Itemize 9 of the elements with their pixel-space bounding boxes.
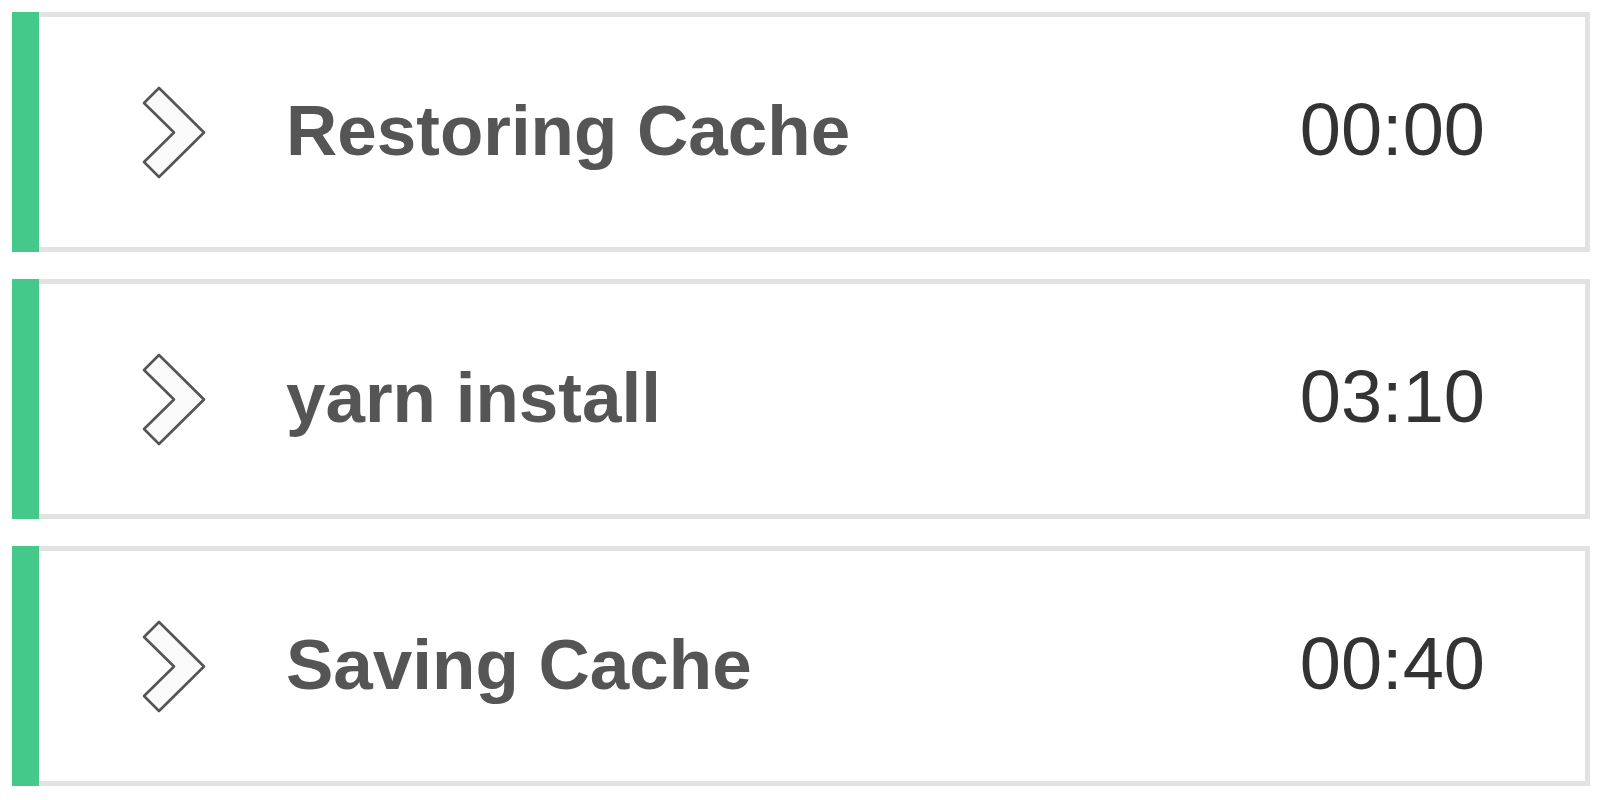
chevron-icon[interactable] <box>142 85 206 179</box>
step-duration: 03:10 <box>1299 360 1485 434</box>
step-row[interactable]: Saving Cache 00:40 <box>12 546 1590 786</box>
chevron-icon[interactable] <box>142 619 206 713</box>
step-row[interactable]: Restoring Cache 00:00 <box>12 12 1590 252</box>
step-duration: 00:00 <box>1299 93 1485 167</box>
step-row[interactable]: yarn install 03:10 <box>12 279 1590 519</box>
chevron-icon[interactable] <box>142 352 206 446</box>
step-duration: 00:40 <box>1299 627 1485 701</box>
